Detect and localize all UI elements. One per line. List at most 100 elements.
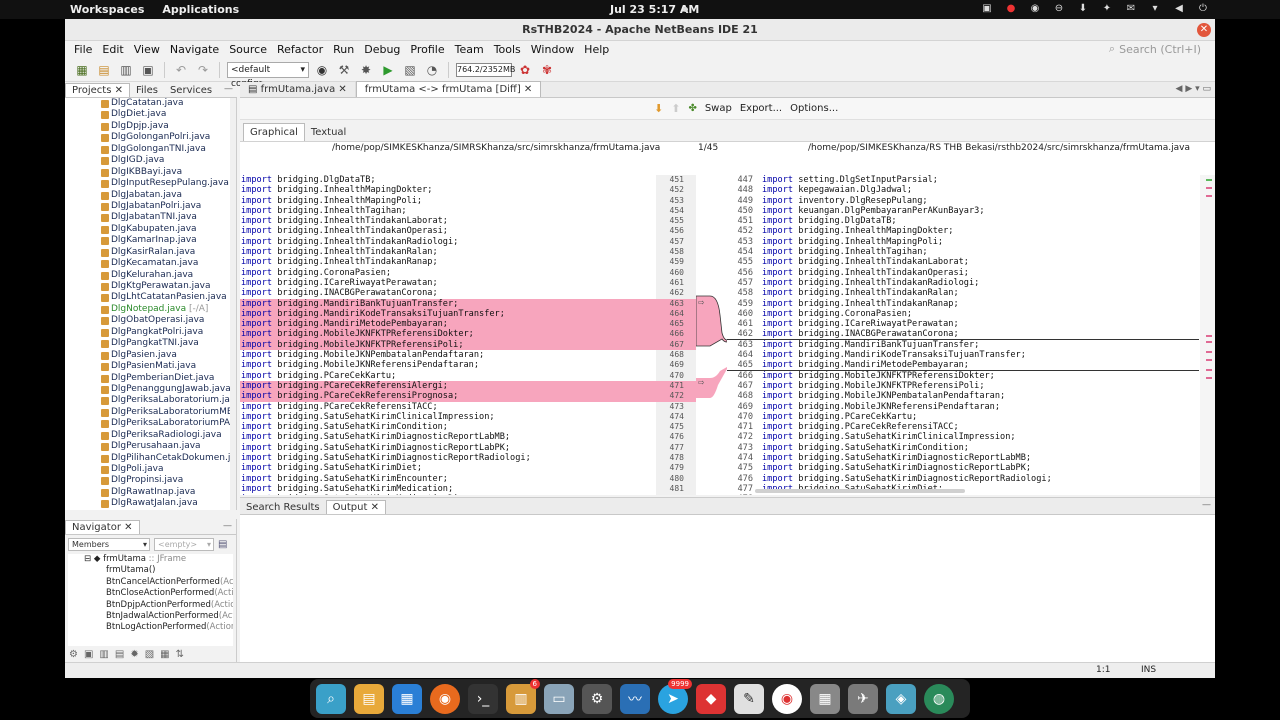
code-line[interactable]: 459 import bridging.InhealthTindakanRanap… bbox=[727, 299, 1199, 309]
new-project-icon[interactable]: ▦ bbox=[73, 61, 91, 79]
code-line[interactable]: 461 import bridging.ICareRiwayatPerawatan… bbox=[727, 319, 1199, 329]
file-tree-item[interactable]: DlgKamarInap.java bbox=[65, 235, 236, 246]
archive-icon[interactable]: ▥ 6 bbox=[506, 678, 540, 714]
navigator-member[interactable]: BtnLogActionPerformed(ActionEve bbox=[68, 622, 233, 633]
code-line[interactable]: import bridging.InhealthTagihan; bbox=[240, 206, 656, 216]
file-tree-item[interactable]: DlgCatatan.java bbox=[65, 98, 236, 109]
file-tree-item[interactable]: DlgNotepad.java [-/A] bbox=[65, 304, 236, 315]
debug-icon[interactable]: ▧ bbox=[401, 61, 419, 79]
telegram-icon[interactable]: ➤ 9999 bbox=[658, 678, 692, 714]
menu-refactor[interactable]: Refactor bbox=[272, 43, 328, 56]
file-tree-item[interactable]: DlgJabatanPolri.java bbox=[65, 201, 236, 212]
new-file-icon[interactable]: ▤ bbox=[95, 61, 113, 79]
code-line[interactable]: import bridging.SatuSehatKirimDiagnostic… bbox=[240, 453, 656, 463]
filter-icon[interactable]: ▤ bbox=[218, 539, 227, 550]
code-line[interactable]: import bridging.SatuSehatKirimDiagnostic… bbox=[240, 432, 656, 442]
code-line[interactable]: 475 import bridging.SatuSehatKirimDiagnos… bbox=[727, 463, 1199, 473]
tab-textual[interactable]: Textual bbox=[305, 124, 352, 141]
code-line[interactable]: import bridging.SatuSehatKirimClinicalIm… bbox=[240, 412, 656, 422]
file-tree-item[interactable]: DlgDiet.java bbox=[65, 109, 236, 120]
static-icon[interactable]: ▣ bbox=[84, 649, 93, 660]
right-code-pane[interactable]: 447 import setting.DlgSetInputParsial; 448… bbox=[727, 175, 1199, 495]
terminal-icon[interactable]: ›_ bbox=[468, 683, 498, 714]
menu-view[interactable]: View bbox=[129, 43, 165, 56]
code-line[interactable]: import bridging.PCareCekKartu; bbox=[240, 371, 656, 381]
files-manager-icon[interactable]: ▤ bbox=[354, 683, 384, 714]
tab-graphical[interactable]: Graphical bbox=[243, 123, 305, 141]
insert-mode[interactable]: INS bbox=[1141, 665, 1156, 675]
menu-edit[interactable]: Edit bbox=[97, 43, 128, 56]
code-line[interactable]: import bridging.InhealthTindakanLaborat; bbox=[240, 216, 656, 226]
config-gear-icon[interactable]: ◉ bbox=[313, 61, 331, 79]
navigator-member[interactable]: frmUtama() bbox=[68, 565, 233, 576]
removed-code-line[interactable]: import bridging.MandiriBankTujuanTransfe… bbox=[240, 298, 656, 309]
removed-code-line[interactable]: import bridging.PCareCekReferensiAlergi; bbox=[240, 380, 656, 392]
removed-code-line[interactable]: import bridging.PCareCekReferensiPrognos… bbox=[240, 391, 656, 402]
code-line[interactable]: 449 import inventory.DlgResepPulang; bbox=[727, 196, 1199, 206]
minimize-icon[interactable]: — bbox=[224, 84, 233, 94]
code-line[interactable]: import bridging.InhealthMapingDokter; bbox=[240, 185, 656, 195]
apps-grid-icon[interactable]: ▦ bbox=[392, 683, 422, 714]
code-line[interactable]: 454 import bridging.InhealthTagihan; bbox=[727, 247, 1199, 257]
file-tree-item[interactable]: DlgIGD.java bbox=[65, 155, 236, 166]
code-line[interactable]: import bridging.MobileJKNPembatalanPenda… bbox=[240, 350, 656, 360]
globe-icon[interactable]: ◍ bbox=[924, 683, 954, 714]
file-tree-item[interactable]: DlgPropinsi.java bbox=[65, 475, 236, 486]
navigator-member[interactable]: BtnCloseActionPerformed(ActionEv bbox=[68, 588, 233, 599]
code-line[interactable]: 460 import bridging.CoronaPasien; bbox=[727, 309, 1199, 319]
file-tree-item[interactable]: DlgRawatJalan.java bbox=[65, 498, 236, 509]
code-line[interactable]: 456 import bridging.InhealthTindakanOpera… bbox=[727, 268, 1199, 278]
memory-indicator[interactable]: 764.2/2352MB bbox=[456, 62, 515, 77]
text-editor-icon[interactable]: ✎ bbox=[734, 683, 764, 714]
vpn-icon[interactable]: ⊖ bbox=[1052, 2, 1066, 16]
code-line[interactable]: 450 import keuangan.DlgPembayaranPerAKunB… bbox=[727, 206, 1199, 216]
code-line[interactable]: 469 import bridging.MobileJKNReferensiPen… bbox=[727, 402, 1199, 412]
sort-alpha-icon[interactable]: ⇅ bbox=[176, 649, 184, 660]
tools-icon[interactable]: ✈ bbox=[848, 683, 878, 714]
code-line[interactable]: 462 import bridging.INACBGPerawatanCorona… bbox=[727, 329, 1199, 340]
navigator-member[interactable]: BtnJadwalActionPerformed(ActionEv bbox=[68, 611, 233, 622]
file-tree-item[interactable]: DlgKecamatan.java bbox=[65, 258, 236, 269]
tab-navigator[interactable]: Navigator ✕ bbox=[65, 520, 140, 534]
tab-list-icon[interactable]: ◀ ▶ ▾ ▭ bbox=[1176, 84, 1211, 94]
tab-search-results[interactable]: Search Results bbox=[240, 501, 326, 514]
swap-button[interactable]: Swap bbox=[705, 103, 732, 114]
tab-services[interactable]: Services bbox=[164, 84, 218, 97]
nonpublic-icon[interactable]: ▥ bbox=[99, 649, 108, 660]
save-all-icon[interactable]: ▣ bbox=[139, 61, 157, 79]
removed-code-line[interactable]: import bridging.MobileJKNFKTPReferensiDo… bbox=[240, 329, 656, 340]
tab-diff[interactable]: frmUtama <-> frmUtama [Diff] ✕ bbox=[355, 81, 542, 97]
anydesk-icon[interactable]: ◆ bbox=[696, 683, 726, 714]
menu-run[interactable]: Run bbox=[328, 43, 359, 56]
code-line[interactable]: 470 import bridging.PCareCekKartu; bbox=[727, 412, 1199, 422]
code-line[interactable]: 452 import bridging.InhealthMapingDokter; bbox=[727, 226, 1199, 236]
code-line[interactable]: 458 import bridging.InhealthTindakanRalan… bbox=[727, 288, 1199, 298]
code-line[interactable]: 471 import bridging.PCareCekReferensiTACC… bbox=[727, 422, 1199, 432]
file-tree-item[interactable]: DlgIKBBayi.java bbox=[65, 167, 236, 178]
file-tree-item[interactable]: DlgInputResepPulang.java bbox=[65, 178, 236, 189]
file-tree-item[interactable]: DlgPeriksaRadiologi.java bbox=[65, 430, 236, 441]
window-close-button[interactable]: ✕ bbox=[1197, 23, 1211, 37]
code-line[interactable]: 478 bbox=[727, 494, 1199, 495]
file-tree-item[interactable]: DlgPeriksaLaboratorium.java bbox=[65, 395, 236, 406]
next-difference-icon[interactable]: ⬇ bbox=[654, 102, 663, 115]
power-icon[interactable]: ⏻ bbox=[1196, 2, 1210, 16]
code-line[interactable]: import bridging.InhealthTindakanRalan; bbox=[240, 247, 656, 257]
quick-search[interactable]: ⌕ Search (Ctrl+I) bbox=[1109, 42, 1201, 56]
file-tree-item[interactable]: DlgJabatanTNI.java bbox=[65, 212, 236, 223]
navigator-tree[interactable]: ⊟ ◆ frmUtama :: JFrame frmUtama() BtnCanc… bbox=[68, 554, 233, 646]
code-line[interactable]: 453 import bridging.InhealthMapingPoli; bbox=[727, 237, 1199, 247]
screen-icon[interactable]: ▣ bbox=[980, 2, 994, 16]
code-line[interactable]: import bridging.PCareCekReferensiTACC; bbox=[240, 402, 656, 412]
menu-profile[interactable]: Profile bbox=[405, 43, 449, 56]
netbeans-icon[interactable]: ◈ bbox=[886, 683, 916, 714]
code-line[interactable]: 463 import bridging.MandiriBankTujuanTran… bbox=[727, 340, 1199, 350]
code-line[interactable]: import bridging.SatuSehatKirimDiagnostic… bbox=[240, 443, 656, 453]
code-line[interactable]: 468 import bridging.MobileJKNPembatalanPe… bbox=[727, 391, 1199, 401]
code-line[interactable]: import bridging.InhealthMapingPoli; bbox=[240, 196, 656, 206]
code-line[interactable]: 465 import bridging.MandiriMetodePembayar… bbox=[727, 360, 1199, 371]
code-line[interactable]: import bridging.ICareRiwayatPerawatan; bbox=[240, 278, 656, 288]
navigator-root[interactable]: ⊟ ◆ frmUtama :: JFrame bbox=[68, 554, 233, 565]
clean-build-icon[interactable]: ✸ bbox=[357, 61, 375, 79]
file-tree-item[interactable]: DlgJabatan.java bbox=[65, 190, 236, 201]
